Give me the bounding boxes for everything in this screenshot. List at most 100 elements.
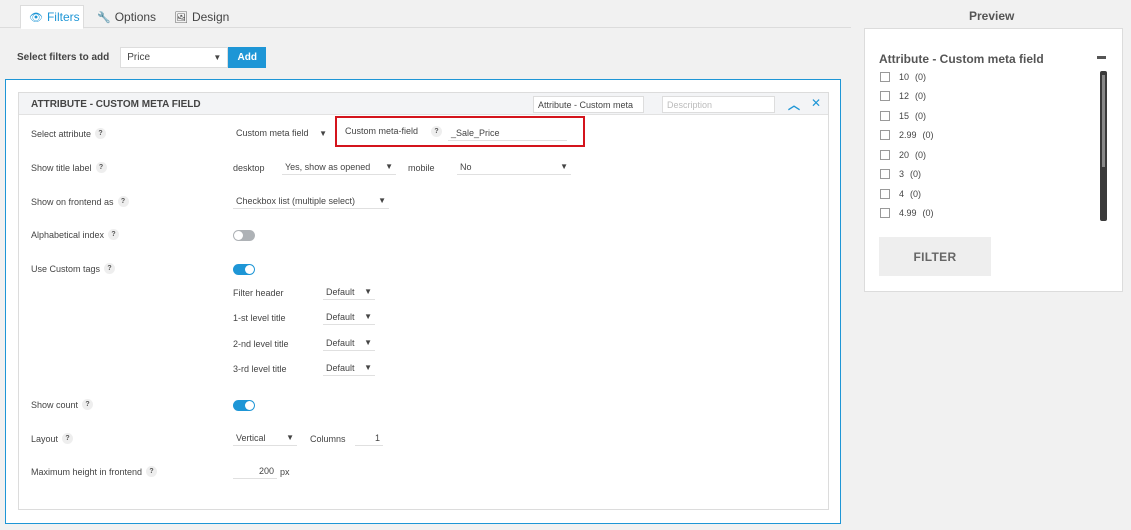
help-icon[interactable]: ? [117,196,129,207]
collapse-up-icon[interactable]: ︿ [788,96,800,113]
list-item[interactable]: 10 (0) [880,72,926,82]
close-icon[interactable]: ✕ [811,96,821,110]
checkbox[interactable] [880,130,890,140]
preview-scrollbar[interactable] [1100,71,1107,221]
chevron-down-icon: ▼ [364,287,372,296]
help-icon[interactable]: ? [104,263,116,274]
show-title-label-label: Show title label ? [31,162,107,173]
toggle-knob [245,401,254,410]
tab-design-label: Design [191,10,230,24]
level3-tag-label: 3-rd level title [233,364,287,374]
preview-heading: Preview [969,9,1015,23]
alphabetical-index-text: Alphabetical index [31,229,105,240]
help-icon[interactable]: ? [146,466,158,477]
select-filters-label: Select filters to add [17,52,110,63]
checkbox[interactable] [880,111,890,121]
checkbox[interactable] [880,150,890,160]
list-item[interactable]: 4 (0) [880,189,921,199]
max-height-value: 200 [258,465,274,476]
add-filter-button[interactable]: Add [228,47,267,68]
level1-tag-label: 1-st level title [233,313,286,323]
eye-icon: 👁 [29,11,43,24]
help-icon[interactable]: ? [431,126,442,137]
tab-filters[interactable]: 👁 Filters [20,5,84,29]
level1-tag-value: Default [326,311,355,322]
help-icon[interactable]: ? [82,399,94,410]
custom-meta-field-input[interactable]: _Sale_Price [448,125,567,141]
show-on-frontend-text: Show on frontend as [31,196,114,207]
item-value: 4.99 [899,208,917,218]
chevron-down-icon: ▼ [560,162,568,171]
item-value: 2.99 [899,130,917,140]
tab-design[interactable]: 🖼 Design [166,5,236,29]
layout-select[interactable]: Vertical ▼ [233,430,297,446]
show-count-toggle[interactable] [233,400,255,411]
alphabetical-index-toggle[interactable] [233,230,255,241]
columns-input[interactable]: 1 [355,430,383,446]
layout-text: Layout [31,433,59,444]
desktop-title-select[interactable]: Yes, show as opened ▼ [282,159,396,175]
item-value: 10 [899,72,910,82]
level2-tag-label: 2-nd level title [233,339,289,349]
level2-tag-value: Default [326,337,355,348]
item-count: (0) [922,208,934,218]
filter-title-input[interactable]: Attribute - Custom meta [533,96,644,113]
mobile-title-select[interactable]: No ▼ [457,159,571,175]
desktop-title-value: Yes, show as opened [285,161,371,172]
checkbox[interactable] [880,208,890,218]
attribute-select[interactable]: Custom meta field ▼ [233,125,330,141]
item-count: (0) [922,130,934,140]
minus-icon[interactable] [1097,56,1106,59]
chevron-down-icon: ▼ [364,338,372,347]
checkbox[interactable] [880,72,890,82]
frontend-type-value: Checkbox list (multiple select) [236,195,356,206]
help-icon[interactable]: ? [108,229,120,240]
max-height-text: Maximum height in frontend [31,466,143,477]
columns-value: 1 [374,432,380,443]
frontend-type-select[interactable]: Checkbox list (multiple select) ▼ [233,193,389,209]
list-item[interactable]: 2.99 (0) [880,130,934,140]
scrollbar-thumb[interactable] [1102,75,1105,167]
filter-type-select[interactable]: Price ▼ [120,47,229,68]
item-value: 12 [899,91,910,101]
list-item[interactable]: 3 (0) [880,169,921,179]
help-icon[interactable]: ? [95,128,107,139]
checkbox[interactable] [880,169,890,179]
max-height-input[interactable]: 200 [233,463,277,479]
chevron-down-icon: ▼ [319,128,327,138]
use-custom-tags-toggle[interactable] [233,264,255,275]
help-icon[interactable]: ? [95,162,107,173]
tab-options-label: Options [114,10,157,24]
show-on-frontend-label: Show on frontend as ? [31,196,129,207]
alphabetical-index-label: Alphabetical index ? [31,229,120,240]
list-item[interactable]: 20 (0) [880,150,926,160]
chevron-down-icon: ▼ [213,53,222,62]
level2-tag-select[interactable]: Default ▼ [323,335,375,351]
level1-tag-select[interactable]: Default ▼ [323,309,375,325]
chevron-down-icon: ▼ [378,196,386,205]
level3-tag-select[interactable]: Default ▼ [323,360,375,376]
filter-header-tag-value: Default [326,286,355,297]
checkbox[interactable] [880,91,890,101]
list-item[interactable]: 12 (0) [880,91,926,101]
use-custom-tags-label: Use Custom tags ? [31,263,116,274]
filter-description-input[interactable]: Description [662,96,775,113]
columns-label: Columns [310,434,346,444]
help-icon[interactable]: ? [62,433,74,444]
chevron-down-icon: ▼ [364,363,372,372]
layout-label: Layout ? [31,433,74,444]
filter-button[interactable]: FILTER [879,237,991,276]
list-item[interactable]: 4.99 (0) [880,208,934,218]
tab-options[interactable]: 🔧 Options [89,5,161,29]
custom-meta-field-highlight: Custom meta-field ? _Sale_Price [335,116,585,147]
max-height-label: Maximum height in frontend ? [31,466,158,477]
select-attribute-label: Select attribute ? [31,128,107,139]
checkbox[interactable] [880,189,890,199]
filter-block-title: ATTRIBUTE - CUSTOM META FIELD [31,99,201,110]
toggle-knob [234,231,243,240]
filter-header-tag-select[interactable]: Default ▼ [323,284,375,300]
chevron-down-icon: ▼ [286,433,294,442]
filter-header-tag-label: Filter header [233,288,284,298]
item-value: 20 [899,150,910,160]
list-item[interactable]: 15 (0) [880,111,926,121]
